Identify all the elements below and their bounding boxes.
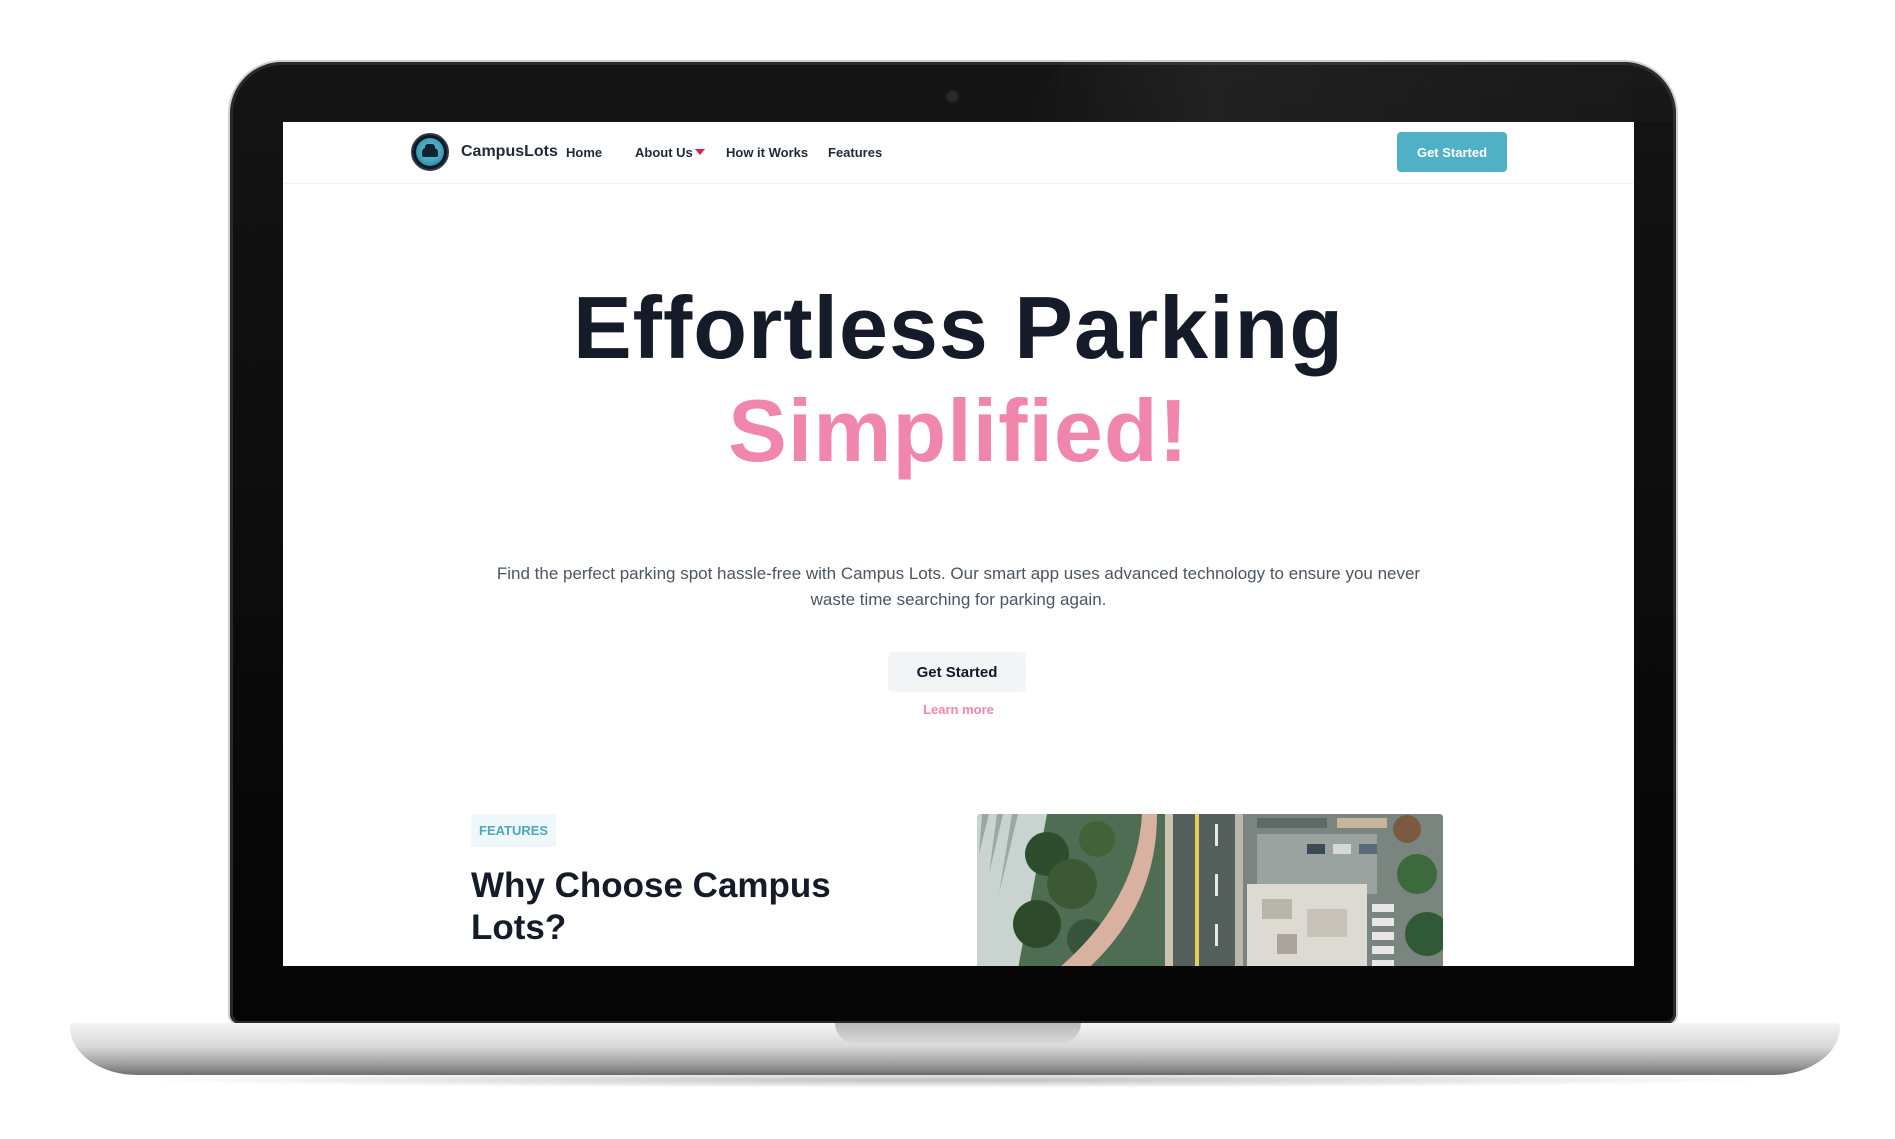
nav-about-us-label[interactable]: About Us (635, 145, 693, 160)
logo-badge (416, 138, 444, 166)
car-icon (422, 143, 438, 157)
base-shadow (120, 1072, 1790, 1088)
base-notch (835, 1023, 1081, 1043)
nav-about-us-link[interactable]: About Us (635, 145, 705, 160)
learn-more-link[interactable]: Learn more (283, 702, 1634, 717)
features-badge: FEATURES (471, 814, 557, 847)
hero-description: Find the perfect parking spot hassle-fre… (496, 564, 1421, 609)
caret-down-icon[interactable] (694, 149, 705, 155)
aerial-illustration (977, 814, 1443, 966)
brand-name[interactable]: CampusLots (461, 143, 558, 161)
nav-home-link[interactable]: Home (566, 145, 602, 160)
hero-accent-title: Simplified! (728, 381, 1189, 480)
top-navbar: CampusLots Home About Us How it Works Fe… (283, 122, 1634, 184)
hero-title: Effortless Parking (572, 278, 1345, 377)
features-heading: Why Choose Campus Lots? (471, 866, 831, 947)
nav-features-link[interactable]: Features (828, 145, 882, 160)
laptop-screen: CampusLots Home About Us How it Works Fe… (283, 122, 1634, 966)
aerial-parking-image (977, 814, 1443, 966)
laptop-base (70, 1023, 1840, 1075)
hero-get-started-button[interactable]: Get Started (888, 652, 1026, 692)
nav-how-it-works-link[interactable]: How it Works (726, 145, 808, 160)
car-logo-icon[interactable] (411, 133, 449, 171)
nav-get-started-button[interactable]: Get Started (1397, 132, 1507, 172)
lid-glare (1010, 62, 1676, 122)
webcam-icon (947, 91, 958, 102)
